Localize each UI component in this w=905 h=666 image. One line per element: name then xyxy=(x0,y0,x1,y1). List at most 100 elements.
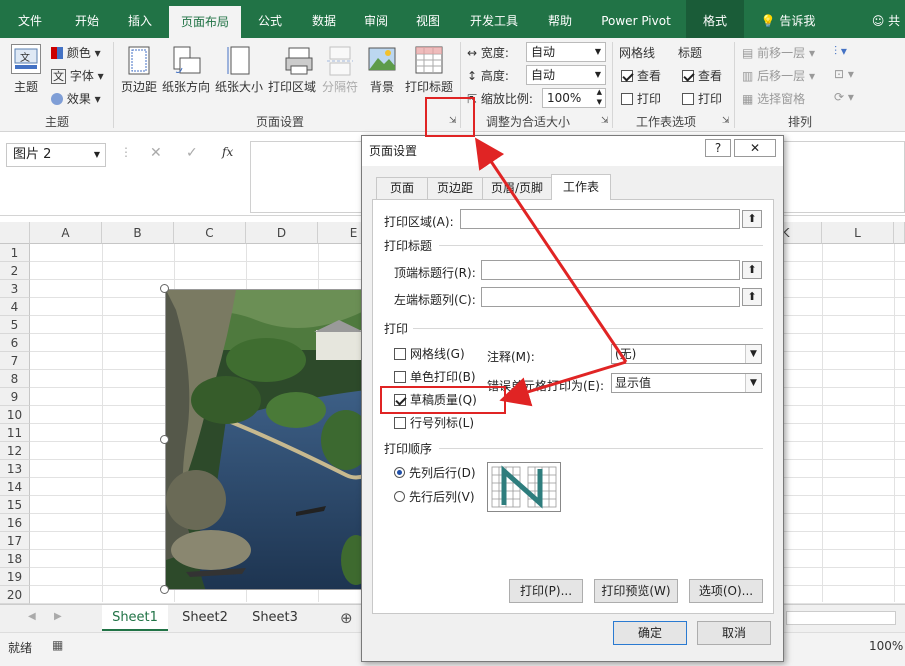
tab-review[interactable]: 审阅 xyxy=(354,0,398,38)
row-header[interactable]: 8 xyxy=(0,370,30,388)
gridlines-view-checkbox[interactable]: 查看 xyxy=(621,67,661,84)
row-header[interactable]: 4 xyxy=(0,298,30,316)
tab-margins[interactable]: 页边距 xyxy=(427,177,483,199)
over-then-down-radio[interactable]: 先行后列(V) xyxy=(394,488,475,505)
landscape-picture[interactable] xyxy=(165,289,365,590)
tab-page[interactable]: 页面 xyxy=(376,177,428,199)
width-select[interactable]: 自动 ▼ xyxy=(526,42,606,62)
tab-page-layout[interactable]: 页面布局 xyxy=(169,6,241,38)
scroll-right-icon[interactable]: ▶ xyxy=(54,611,62,622)
tab-developer[interactable]: 开发工具 xyxy=(462,0,526,38)
print-area-button[interactable]: 打印区域 xyxy=(268,78,316,95)
print-preview-button[interactable]: 打印预览(W) xyxy=(594,579,678,603)
height-select[interactable]: 自动 ▼ xyxy=(526,65,606,85)
resize-handle[interactable] xyxy=(160,284,169,293)
macro-record-icon[interactable]: ▦ xyxy=(52,638,63,652)
scale-spinner[interactable]: 100% ▲ ▼ xyxy=(542,88,606,108)
black-white-checkbox[interactable]: 单色打印(B) xyxy=(394,368,476,385)
scroll-left-icon[interactable]: ◀ xyxy=(28,611,36,622)
tab-home[interactable]: 开始 xyxy=(63,0,111,38)
name-box[interactable]: 图片 2 ▼ xyxy=(6,143,106,167)
row-header[interactable]: 10 xyxy=(0,406,30,424)
errors-select[interactable]: 显示值 ▼ xyxy=(611,373,762,393)
row-header[interactable]: 1 xyxy=(0,244,30,262)
column-header[interactable]: A xyxy=(30,222,102,244)
options-button[interactable]: 选项(O)... xyxy=(689,579,763,603)
tab-data[interactable]: 数据 xyxy=(302,0,346,38)
share-button[interactable]: ☺ 共 xyxy=(866,0,905,38)
row-header[interactable]: 11 xyxy=(0,424,30,442)
size-button[interactable]: 纸张大小 xyxy=(215,78,263,95)
print-area-input[interactable] xyxy=(460,209,740,229)
margins-button[interactable]: 页边距 xyxy=(121,78,157,95)
column-header[interactable]: D xyxy=(246,222,318,244)
headings-print-checkbox[interactable]: 打印 xyxy=(682,90,722,107)
select-all-corner[interactable] xyxy=(0,222,30,244)
themes-button[interactable]: 主题 xyxy=(14,78,38,95)
ok-button[interactable]: 确定 xyxy=(613,621,687,645)
tab-header-footer[interactable]: 页眉/页脚 xyxy=(482,177,552,199)
row-header[interactable]: 12 xyxy=(0,442,30,460)
column-header[interactable]: L xyxy=(822,222,894,244)
sheet-options-launcher-icon[interactable]: ⇲ xyxy=(722,116,730,126)
send-backward-button[interactable]: ▥ 后移一层 ▾ xyxy=(742,67,815,84)
add-sheet-icon[interactable]: ⊕ xyxy=(340,609,353,627)
print-titles-button[interactable]: 打印标题 xyxy=(405,78,453,95)
close-button[interactable]: ✕ xyxy=(734,139,776,157)
resize-handle[interactable] xyxy=(160,585,169,594)
bring-forward-button[interactable]: ▤ 前移一层 ▾ xyxy=(742,44,815,61)
sheet-tab[interactable]: Sheet3 xyxy=(242,605,308,631)
row-header[interactable]: 15 xyxy=(0,496,30,514)
collapse-dialog-icon[interactable]: ⬆ xyxy=(742,210,762,228)
row-header[interactable]: 2 xyxy=(0,262,30,280)
sheet-tab[interactable]: Sheet2 xyxy=(172,605,238,631)
collapse-dialog-icon[interactable]: ⬆ xyxy=(742,261,762,279)
left-cols-input[interactable] xyxy=(481,287,740,307)
row-header[interactable]: 20 xyxy=(0,586,30,604)
cancel-button[interactable]: 取消 xyxy=(697,621,771,645)
column-header[interactable]: B xyxy=(102,222,174,244)
colors-button[interactable]: 颜色 ▾ xyxy=(51,44,101,61)
comments-select[interactable]: (无) ▼ xyxy=(611,344,762,364)
tab-formulas[interactable]: 公式 xyxy=(248,0,292,38)
tab-power-pivot[interactable]: Power Pivot xyxy=(594,0,678,38)
row-header[interactable]: 5 xyxy=(0,316,30,334)
orientation-button[interactable]: 纸张方向 xyxy=(162,78,210,95)
enter-formula-icon[interactable]: ✓ xyxy=(186,145,198,161)
spinner-arrows-icon[interactable]: ▲ ▼ xyxy=(597,87,602,107)
tab-help[interactable]: 帮助 xyxy=(538,0,582,38)
scale-launcher-icon[interactable]: ⇲ xyxy=(601,116,609,126)
row-header[interactable]: 9 xyxy=(0,388,30,406)
insert-function-icon[interactable]: fx xyxy=(222,145,233,159)
rotate-icon[interactable]: ⟳ ▾ xyxy=(834,90,854,104)
gridlines-print-checkbox[interactable]: 打印 xyxy=(621,90,661,107)
down-then-over-radio[interactable]: 先列后行(D) xyxy=(394,464,476,481)
tab-insert[interactable]: 插入 xyxy=(117,0,163,38)
zoom-level[interactable]: 100% xyxy=(869,639,903,653)
background-button[interactable]: 背景 xyxy=(370,78,394,95)
row-header[interactable]: 18 xyxy=(0,550,30,568)
resize-handle[interactable] xyxy=(160,435,169,444)
row-header[interactable]: 16 xyxy=(0,514,30,532)
row-header[interactable]: 7 xyxy=(0,352,30,370)
tab-view[interactable]: 视图 xyxy=(406,0,450,38)
cancel-formula-icon[interactable]: ✕ xyxy=(150,145,162,161)
print-button[interactable]: 打印(P)... xyxy=(509,579,583,603)
fonts-button[interactable]: 文 字体 ▾ xyxy=(51,67,104,84)
tab-file[interactable]: 文件 xyxy=(8,0,52,38)
breaks-button[interactable]: 分隔符 xyxy=(322,78,358,95)
horizontal-scrollbar[interactable] xyxy=(786,611,896,625)
row-col-headings-checkbox[interactable]: 行号列标(L) xyxy=(394,414,474,431)
collapse-dialog-icon[interactable]: ⬆ xyxy=(742,288,762,306)
headings-view-checkbox[interactable]: 查看 xyxy=(682,67,722,84)
tell-me[interactable]: 💡 告诉我 xyxy=(756,0,820,38)
row-header[interactable]: 19 xyxy=(0,568,30,586)
row-header[interactable]: 14 xyxy=(0,478,30,496)
selection-pane-button[interactable]: ▦ 选择窗格 xyxy=(742,90,805,107)
tab-format[interactable]: 格式 xyxy=(686,0,744,38)
effects-button[interactable]: 效果 ▾ xyxy=(51,90,101,107)
sheet-tab[interactable]: Sheet1 xyxy=(102,605,168,631)
row-header[interactable]: 13 xyxy=(0,460,30,478)
column-header[interactable]: C xyxy=(174,222,246,244)
help-button[interactable]: ? xyxy=(705,139,731,157)
